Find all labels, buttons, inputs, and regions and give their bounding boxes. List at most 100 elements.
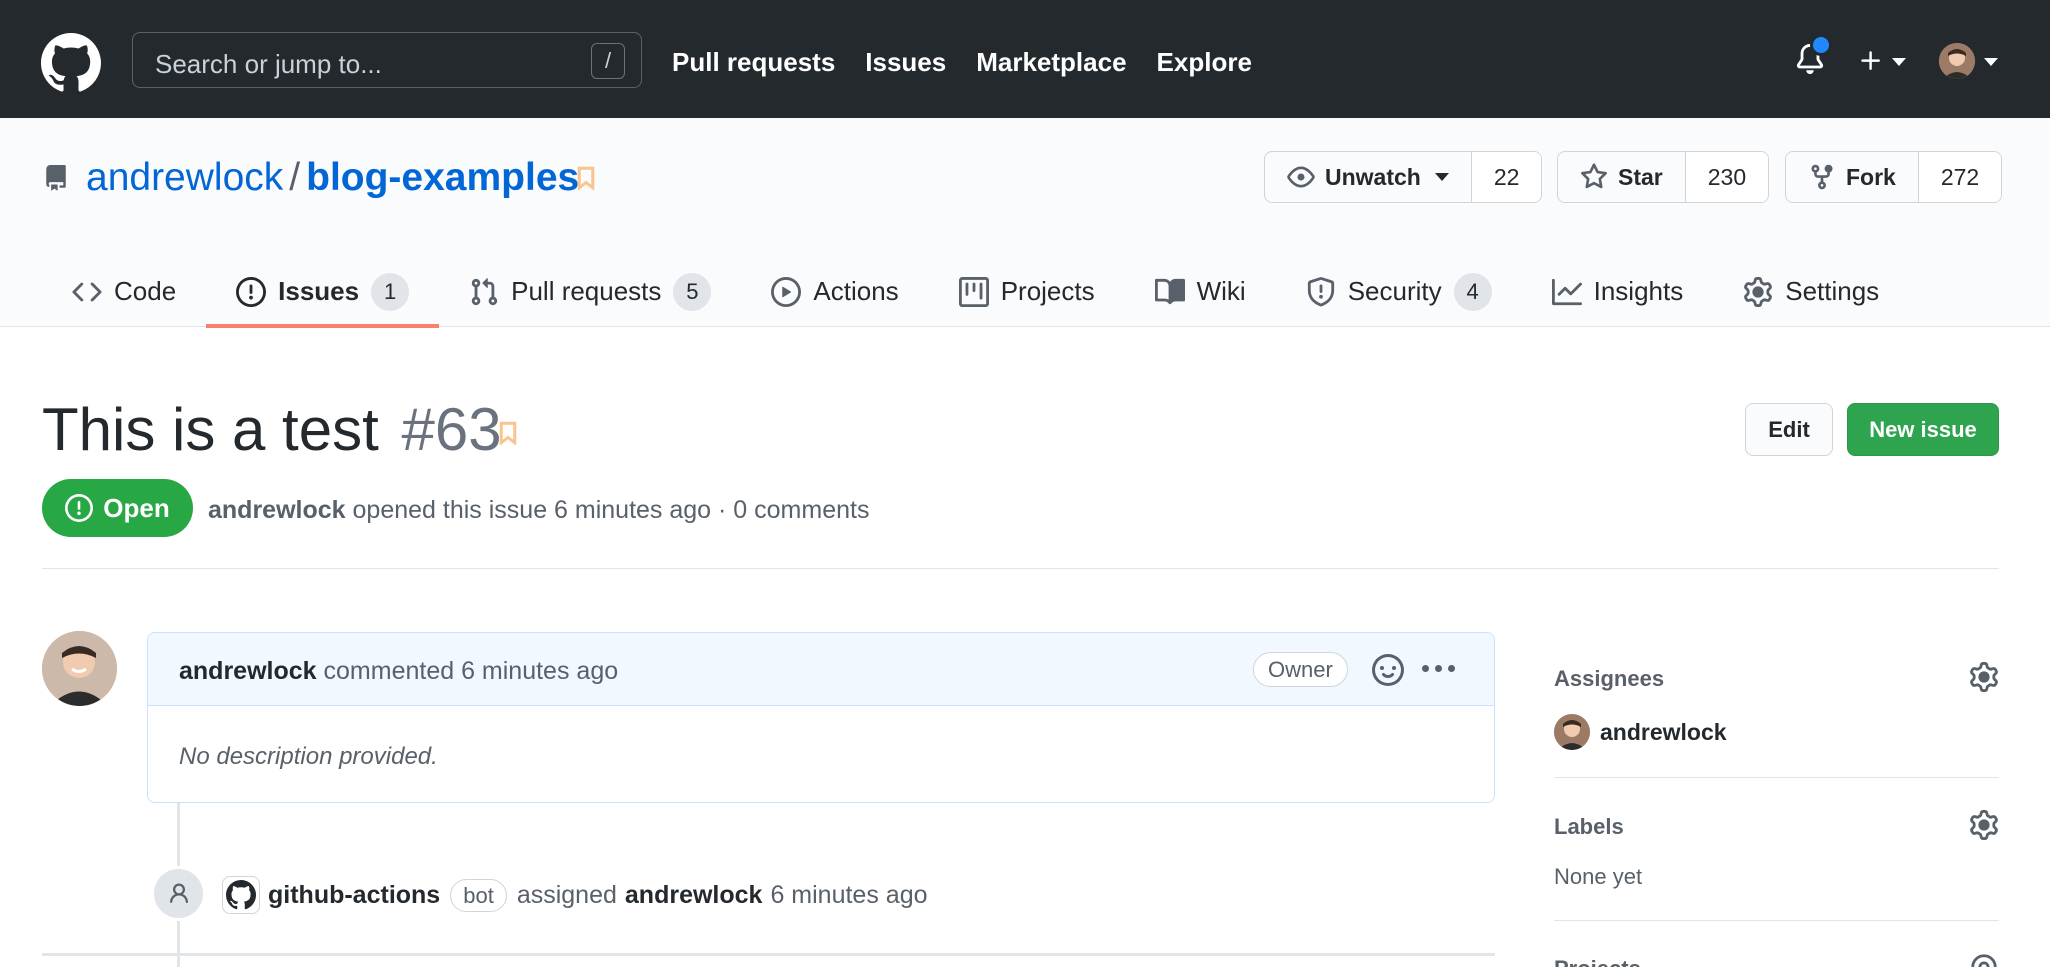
tab-settings[interactable]: Settings — [1713, 256, 1909, 327]
comment-author-avatar-image — [42, 631, 117, 706]
fork-group: Fork 272 — [1785, 151, 2003, 203]
event-person-badge — [151, 866, 206, 921]
fork-count[interactable]: 272 — [1918, 152, 2002, 202]
kebab-horizontal-icon[interactable] — [1422, 665, 1455, 672]
assignee-name: andrewlock — [1600, 718, 1727, 745]
bookmark-icon — [577, 166, 595, 190]
edit-button[interactable]: Edit — [1745, 403, 1833, 456]
assignment-event: github-actions bot assigned andrewlock 6… — [222, 876, 928, 914]
watch-count[interactable]: 22 — [1471, 152, 1542, 202]
tab-security[interactable]: Security 4 — [1276, 256, 1522, 327]
gear-icon — [1744, 276, 1773, 307]
tab-projects-label: Projects — [1000, 276, 1095, 306]
issue-title: This is a test #63 — [42, 395, 502, 464]
nav-marketplace[interactable]: Marketplace — [976, 47, 1126, 78]
global-nav: Pull requests Issues Marketplace Explore — [672, 47, 1252, 78]
sidebar-projects: Projects — [1554, 954, 1999, 967]
search-input[interactable]: Search or jump to... / — [132, 32, 642, 88]
sidebar-divider — [1554, 777, 1999, 778]
new-issue-button[interactable]: New issue — [1847, 403, 1999, 456]
github-logo-icon[interactable] — [41, 33, 101, 93]
comment-header-text: andrewlock commented 6 minutes ago — [179, 657, 618, 686]
project-icon — [958, 276, 989, 307]
tab-issues-label: Issues — [278, 276, 360, 306]
tab-actions[interactable]: Actions — [741, 256, 928, 327]
tab-settings-label: Settings — [1785, 276, 1880, 306]
play-icon — [771, 276, 802, 307]
person-icon — [169, 883, 188, 903]
tab-security-count: 4 — [1453, 272, 1492, 311]
nav-explore[interactable]: Explore — [1157, 47, 1252, 78]
issue-state-label: Open — [103, 492, 170, 523]
star-icon — [1581, 163, 1607, 189]
tab-wiki-label: Wiki — [1196, 276, 1246, 306]
assignee-item[interactable]: andrewlock — [1554, 714, 1999, 750]
comment-header: andrewlock commented 6 minutes ago Owner — [148, 633, 1494, 706]
tab-code[interactable]: Code — [42, 256, 206, 327]
issue-title-text: This is a test — [42, 396, 379, 463]
fork-button[interactable]: Fork — [1786, 152, 1919, 202]
tab-wiki[interactable]: Wiki — [1125, 256, 1276, 327]
tab-issues[interactable]: Issues 1 — [206, 256, 440, 328]
star-count[interactable]: 230 — [1685, 152, 1769, 202]
assignees-heading[interactable]: Assignees — [1554, 666, 1999, 692]
tab-pull-requests[interactable]: Pull requests 5 — [439, 256, 741, 327]
issue-opened-icon — [65, 494, 94, 522]
tab-code-label: Code — [114, 276, 177, 306]
github-actions-avatar[interactable] — [222, 876, 260, 914]
nav-pull-requests[interactable]: Pull requests — [672, 47, 835, 78]
projects-heading[interactable]: Projects — [1554, 956, 1999, 967]
tab-issues-count: 1 — [371, 272, 410, 311]
issue-author-link[interactable]: andrewlock — [208, 496, 346, 524]
fork-label: Fork — [1846, 163, 1896, 190]
tab-security-label: Security — [1347, 276, 1442, 306]
global-header: Search or jump to... / Pull requests Iss… — [0, 0, 2050, 118]
tab-pull-requests-count: 5 — [673, 272, 712, 311]
unwatch-button[interactable]: Unwatch — [1265, 152, 1472, 202]
tab-pull-requests-label: Pull requests — [511, 276, 662, 306]
shield-icon — [1307, 276, 1334, 306]
repo-name-link[interactable]: blog-examples — [306, 156, 579, 199]
repo-separator: / — [289, 156, 301, 199]
user-avatar[interactable] — [1939, 43, 1975, 79]
user-avatar-image — [1939, 43, 1975, 79]
plus-icon — [1861, 51, 1880, 70]
issue-meta: andrewlock opened this issue 6 minutes a… — [208, 496, 869, 525]
comment-author-avatar[interactable] — [42, 631, 117, 706]
star-label: Star — [1618, 163, 1663, 190]
labels-heading[interactable]: Labels — [1554, 814, 1999, 840]
dot — [1435, 665, 1442, 672]
projects-gear-icon[interactable] — [1969, 952, 1999, 967]
star-group: Star 230 — [1557, 151, 1770, 203]
repo-forked-icon — [1811, 164, 1833, 190]
event-actor-link[interactable]: github-actions — [268, 881, 440, 910]
comment-author-link[interactable]: andrewlock — [179, 657, 317, 685]
search-shortcut-key: / — [591, 43, 625, 79]
event-target-link[interactable]: andrewlock — [625, 881, 763, 910]
sidebar-assignees: Assignees andrewlock — [1554, 662, 1999, 750]
unwatch-label: Unwatch — [1325, 163, 1421, 190]
assignee-avatar-image — [1554, 714, 1590, 750]
labels-gear-icon[interactable] — [1969, 810, 1999, 840]
unwatch-caret-down-icon — [1434, 173, 1449, 181]
sidebar-divider — [1554, 920, 1999, 921]
tab-actions-label: Actions — [813, 276, 899, 306]
tab-insights[interactable]: Insights — [1522, 256, 1714, 327]
notification-dot-icon — [1810, 34, 1832, 56]
event-verb: assigned — [516, 880, 617, 909]
owner-badge: Owner — [1253, 652, 1348, 687]
issue-bookmark-icon — [499, 421, 517, 445]
graph-icon — [1551, 278, 1582, 305]
comment-body: No description provided. — [179, 743, 438, 770]
tab-projects[interactable]: Projects — [929, 256, 1125, 327]
tab-insights-label: Insights — [1593, 276, 1684, 306]
eye-icon — [1287, 166, 1315, 188]
nav-issues[interactable]: Issues — [865, 47, 946, 78]
comment-action-text: commented 6 minutes ago — [323, 657, 619, 685]
repo-owner-link[interactable]: andrewlock — [86, 156, 283, 199]
create-new-menu[interactable] — [1858, 48, 1884, 74]
smiley-icon[interactable] — [1372, 654, 1404, 686]
header-divider — [42, 568, 1999, 569]
assignees-gear-icon[interactable] — [1969, 662, 1999, 692]
star-button[interactable]: Star — [1558, 152, 1686, 202]
